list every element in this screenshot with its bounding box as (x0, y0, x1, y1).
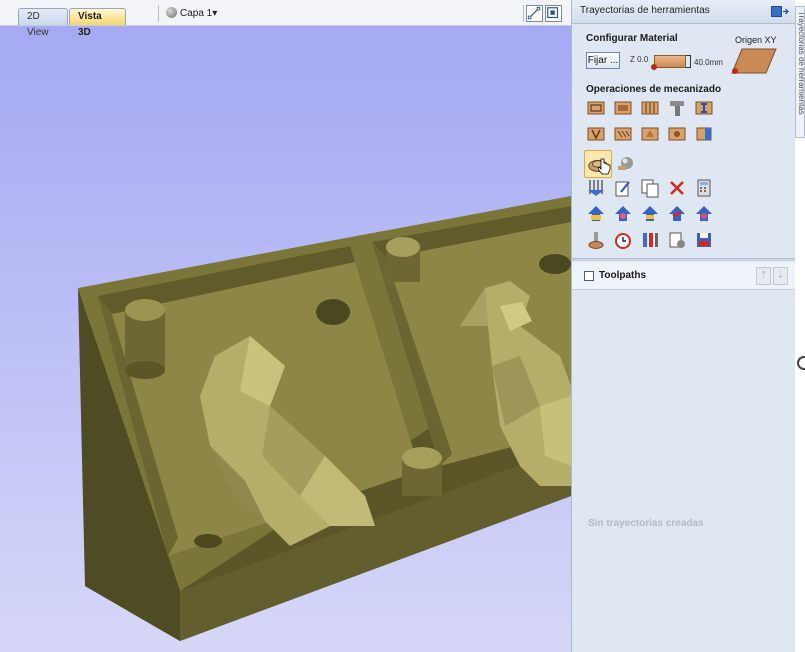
time-estimate-icon[interactable] (613, 230, 633, 250)
tab-3d-view[interactable]: Vista 3D (69, 8, 126, 38)
move-down-button[interactable]: ⇣ (773, 267, 788, 285)
finishing-3d-icon[interactable] (616, 153, 636, 173)
drilling-toolpath-icon[interactable] (640, 98, 660, 118)
toolpath-summary-icon[interactable] (586, 178, 606, 198)
view-toolbar: 2D View Vista 3D Capa 1▾ (0, 0, 571, 38)
toolpaths-list-header: Toolpaths ⇡ ⇣ (572, 262, 796, 290)
toolpaths-panel: Trayectorias de herramientas Configurar … (571, 0, 796, 652)
inlay-toolpath-icon[interactable] (694, 98, 714, 118)
animate-preview-icon[interactable] (667, 204, 687, 224)
toolpath-template-icon[interactable] (694, 204, 714, 224)
layer-label: Capa 1 (180, 8, 213, 19)
toolbar-separator (158, 5, 159, 22)
toolbar-separator (523, 5, 524, 22)
material-thickness: 40.0mm (694, 58, 723, 67)
xy-origin-label: Origen XY (735, 35, 777, 45)
prism-carve-icon[interactable] (640, 124, 660, 144)
profile-toolpath-icon[interactable] (586, 98, 606, 118)
tool-database-icon[interactable] (586, 230, 606, 250)
mouse-pointer-icon (597, 158, 612, 176)
toolpath-calculator-icon[interactable] (694, 178, 714, 198)
toolpaths-label: Toolpaths (599, 270, 647, 281)
side-tab-edge-icon (797, 356, 805, 370)
tab-2d-view[interactable]: 2D View (18, 8, 68, 38)
texture-toolpath-icon[interactable] (667, 124, 687, 144)
layer-dropdown[interactable]: Capa 1▾ (166, 6, 217, 22)
view-fit-icon[interactable] (545, 5, 562, 22)
dock-pin-icon[interactable] (771, 5, 789, 18)
v-carve-icon[interactable] (586, 124, 606, 144)
z-zero-marker-icon (651, 64, 657, 70)
material-block-icon (654, 55, 686, 68)
toolpaths-checkbox[interactable] (584, 271, 594, 281)
node-edit-icon[interactable] (526, 5, 543, 22)
copy-toolpath-icon[interactable] (640, 178, 660, 198)
preview-all-icon[interactable] (586, 204, 606, 224)
side-tab-toolpaths[interactable]: Trayectorias de herramientas (795, 6, 805, 138)
machining-operations-heading: Operaciones de mecanizado (586, 84, 722, 95)
panel-header: Trayectorias de herramientas (572, 0, 795, 24)
merge-toolpath-icon[interactable] (667, 230, 687, 250)
material-setup-heading: Configurar Material (586, 33, 678, 44)
preview-selected-icon[interactable] (613, 204, 633, 224)
move-up-button[interactable]: ⇡ (756, 267, 771, 285)
set-material-button[interactable]: Fijar ... (586, 52, 620, 69)
3d-model-render[interactable] (0, 26, 571, 652)
save-toolpath-icon[interactable] (694, 230, 714, 250)
reset-preview-icon[interactable] (640, 204, 660, 224)
panel-title: Trayectorias de herramientas (580, 5, 710, 16)
pocket-toolpath-icon[interactable] (613, 98, 633, 118)
layer-sphere-icon (166, 7, 177, 18)
3d-viewport[interactable]: 2D View Vista 3D Capa 1▾ (0, 0, 571, 652)
thickness-bracket-icon (686, 55, 691, 68)
chevron-down-icon: ▾ (212, 8, 218, 19)
panel-splitter[interactable] (572, 258, 796, 261)
empty-toolpaths-message: Sin trayectorias creadas (588, 518, 704, 529)
side-tab-label: Trayectorias de herramientas (797, 11, 805, 115)
edit-toolpath-icon[interactable] (613, 178, 633, 198)
quick-engraving-icon[interactable] (667, 98, 687, 118)
z-zero-label: Z 0.0 (630, 55, 649, 64)
material-setup-icon[interactable] (640, 230, 660, 250)
delete-toolpath-icon[interactable] (667, 178, 687, 198)
fluting-toolpath-icon[interactable] (613, 124, 633, 144)
moulding-toolpath-icon[interactable] (694, 124, 714, 144)
xy-origin-icon (730, 47, 778, 75)
